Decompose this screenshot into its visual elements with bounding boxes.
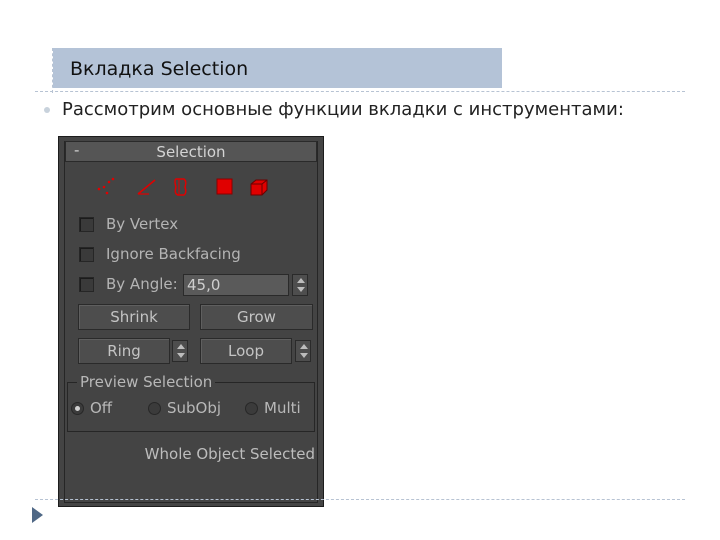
grow-button[interactable]: Grow — [200, 304, 313, 330]
preview-subobj-radio[interactable] — [148, 402, 161, 415]
slide-title: Вкладка Selection — [70, 58, 249, 80]
shrink-button[interactable]: Shrink — [78, 304, 190, 330]
preview-subobj-label: SubObj — [167, 399, 222, 417]
divider-bottom — [35, 499, 685, 500]
selection-panel: - Selection By Vertex Ignore Backfacing … — [58, 136, 324, 507]
by-vertex-label: By Vertex — [106, 215, 179, 233]
border-icon[interactable] — [171, 175, 195, 199]
spinner-down-icon[interactable] — [177, 353, 185, 358]
bullet-text: Рассмотрим основные функции вкладки с ин… — [62, 99, 624, 120]
spinner-down-icon[interactable] — [297, 287, 305, 292]
ignore-backfacing-checkbox[interactable] — [79, 247, 94, 262]
loop-button[interactable]: Loop — [200, 338, 292, 364]
selection-status: Whole Object Selected — [144, 445, 315, 463]
subobject-toolbar — [95, 175, 285, 199]
slide-title-bar: Вкладка Selection — [53, 48, 502, 88]
by-angle-label: By Angle: — [106, 275, 178, 293]
preview-multi-label: Multi — [264, 399, 301, 417]
spinner-up-icon[interactable] — [297, 278, 305, 283]
by-vertex-checkbox[interactable] — [79, 217, 94, 232]
preview-multi-radio[interactable] — [245, 402, 258, 415]
spinner-down-icon[interactable] — [300, 353, 308, 358]
slide-nav-arrow-icon[interactable] — [32, 507, 43, 523]
angle-spinner-arrows[interactable] — [292, 274, 308, 296]
by-angle-checkbox[interactable] — [79, 277, 94, 292]
divider-left — [52, 48, 53, 93]
rollout-header[interactable]: - Selection — [65, 141, 317, 162]
vertex-icon[interactable] — [95, 175, 119, 199]
preview-off-label: Off — [90, 399, 113, 417]
rollout-title: Selection — [156, 143, 226, 161]
ring-spinner-arrows[interactable] — [172, 340, 188, 362]
spinner-up-icon[interactable] — [177, 344, 185, 349]
preview-off-radio[interactable] — [71, 402, 84, 415]
angle-value-input[interactable]: 45,0 — [183, 274, 289, 296]
ignore-backfacing-label: Ignore Backfacing — [106, 245, 241, 263]
element-icon[interactable] — [247, 175, 271, 199]
bullet-icon — [44, 107, 50, 113]
loop-spinner-arrows[interactable] — [295, 340, 311, 362]
divider-top — [35, 91, 685, 92]
polygon-icon[interactable] — [213, 175, 237, 199]
spinner-up-icon[interactable] — [300, 344, 308, 349]
ring-button[interactable]: Ring — [78, 338, 170, 364]
edge-icon[interactable] — [135, 175, 159, 199]
preview-selection-label: Preview Selection — [77, 373, 216, 391]
